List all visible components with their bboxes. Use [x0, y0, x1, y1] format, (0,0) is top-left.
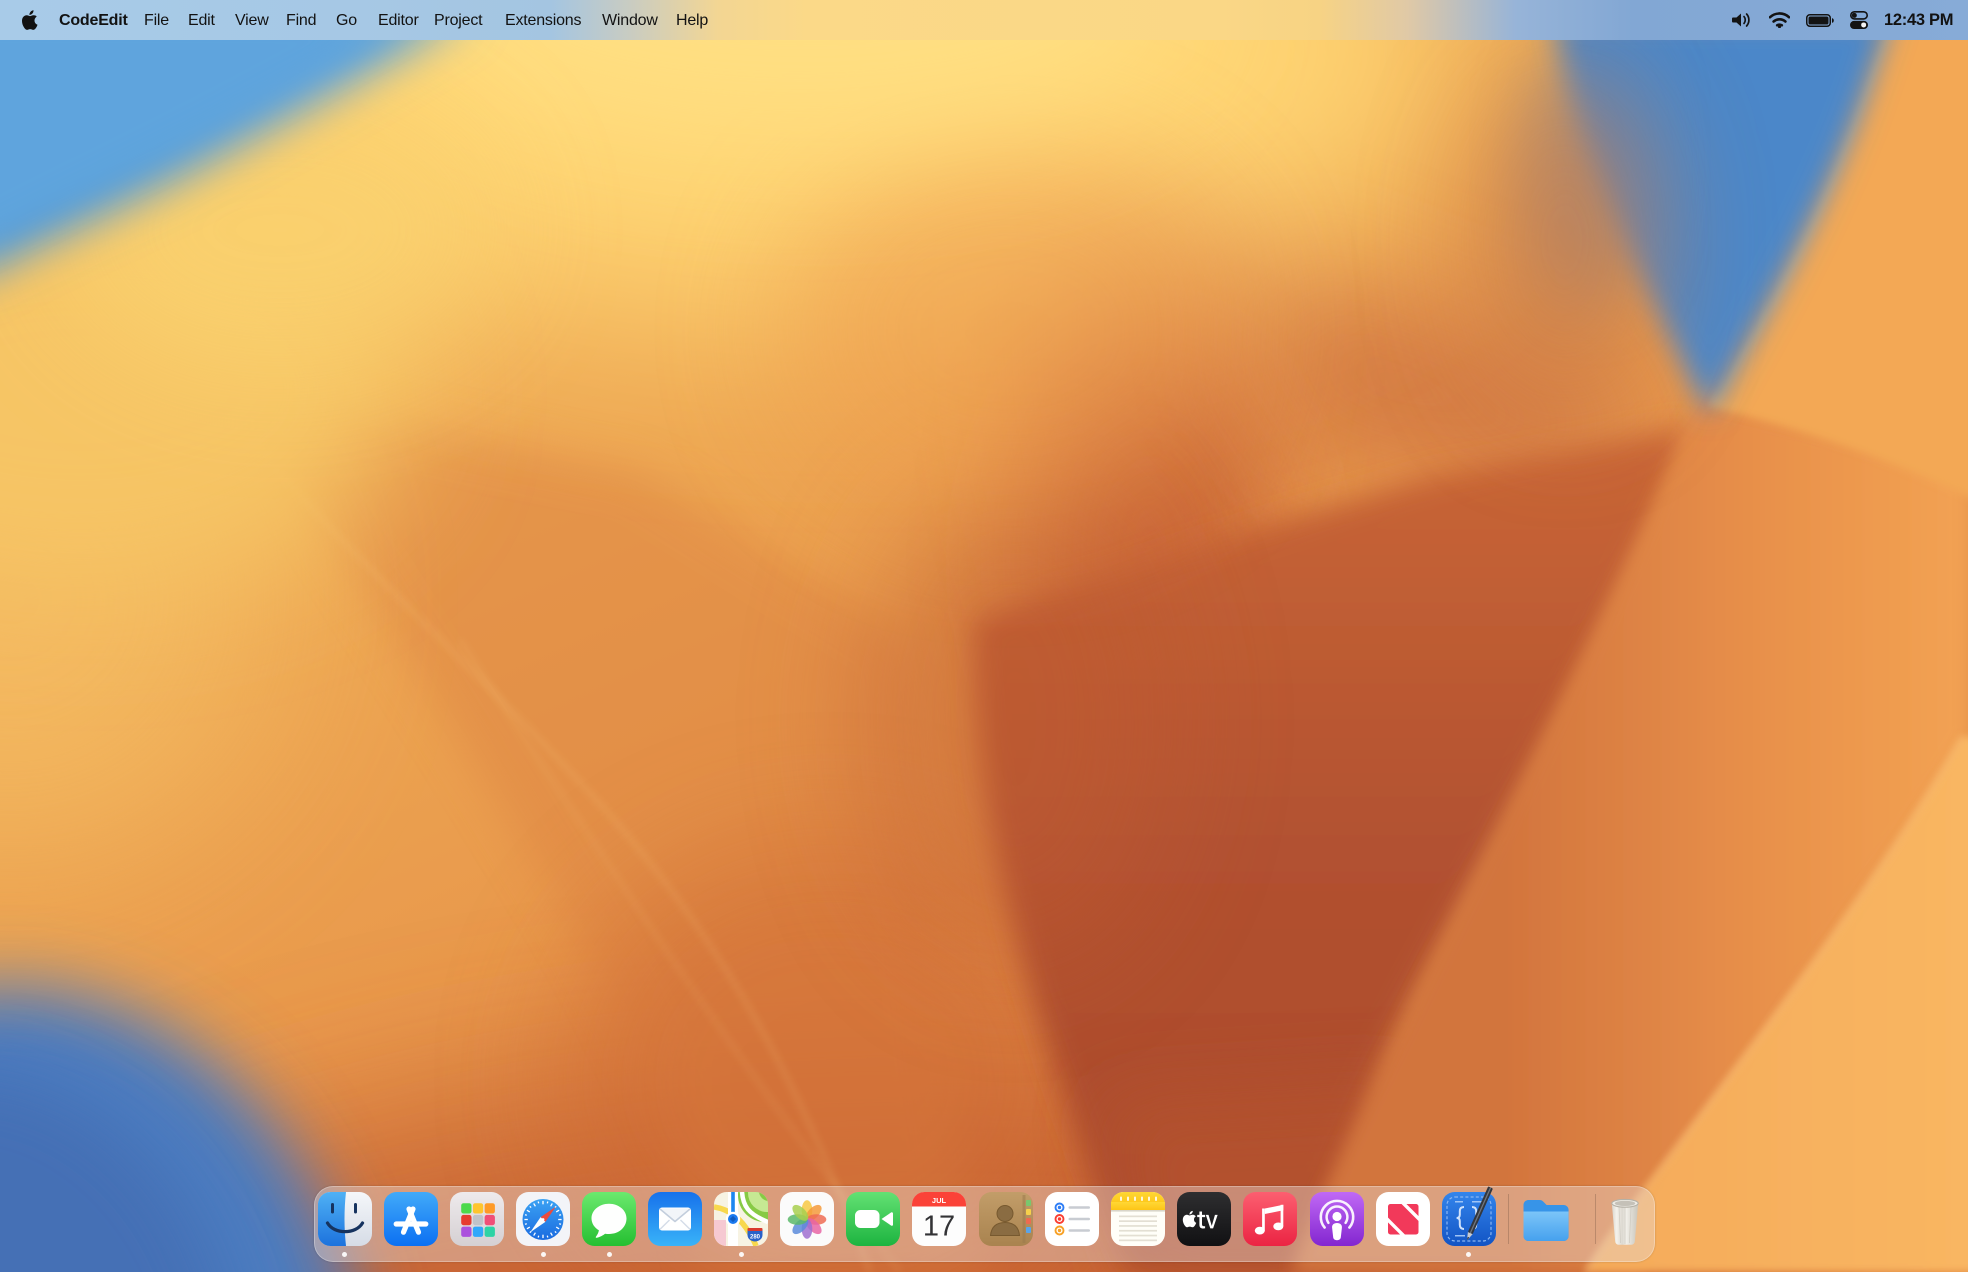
svg-text:17: 17: [923, 1211, 955, 1243]
svg-text:280: 280: [750, 1235, 761, 1241]
svg-text:JUL: JUL: [932, 1196, 947, 1205]
